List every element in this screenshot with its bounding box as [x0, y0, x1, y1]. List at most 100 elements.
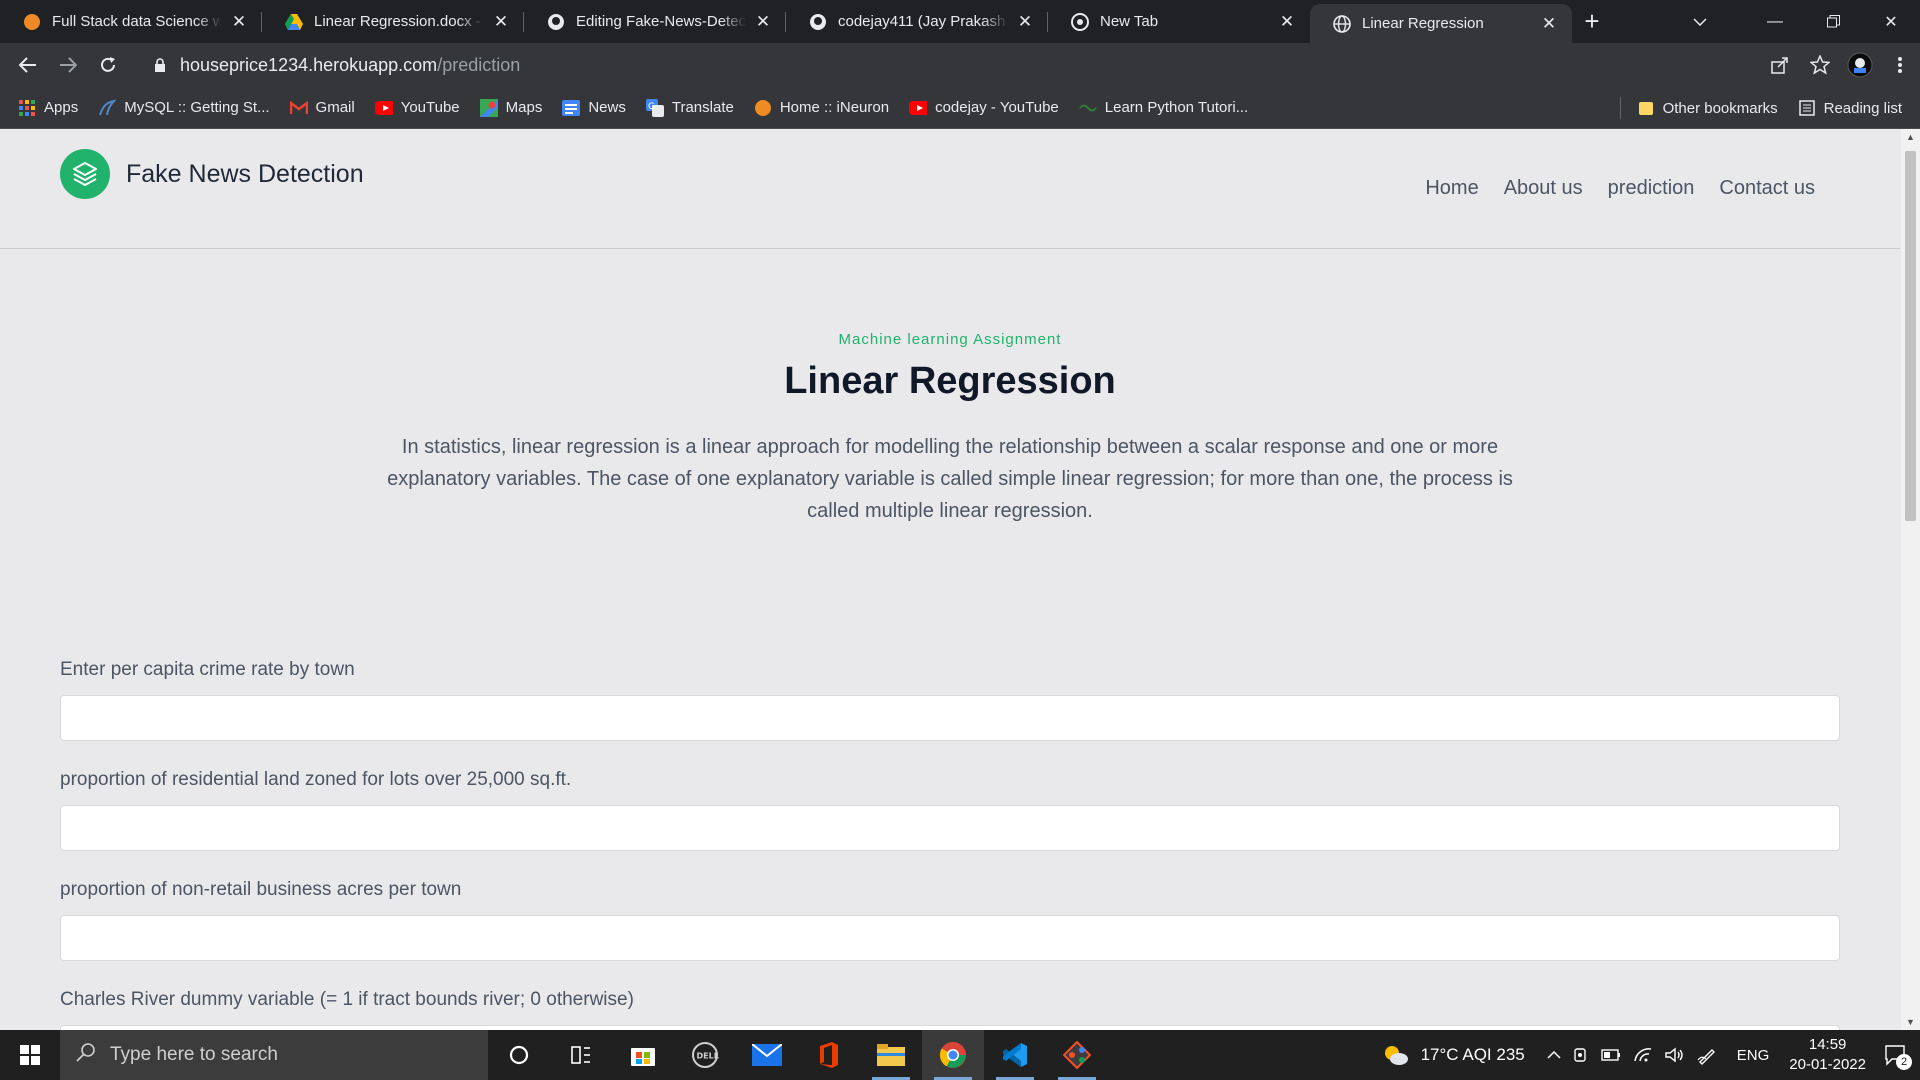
google-drive-favicon-icon	[284, 12, 304, 32]
pen-workspace-icon[interactable]	[1697, 1045, 1717, 1065]
bookmark-star-icon[interactable]	[1800, 45, 1840, 85]
language-indicator[interactable]: ENG	[1737, 1047, 1770, 1064]
chrome-taskbar-icon[interactable]	[922, 1030, 984, 1080]
bookmark-news[interactable]: News	[562, 99, 626, 117]
scrollbar-thumb[interactable]	[1905, 151, 1916, 521]
gmail-icon	[289, 99, 308, 117]
url-text[interactable]: houseprice1234.herokuapp.com/prediction	[180, 55, 520, 76]
crime-rate-input[interactable]	[60, 695, 1840, 741]
back-arrow-icon[interactable]	[8, 45, 48, 85]
meet-now-icon[interactable]	[1573, 1047, 1589, 1063]
bookmark-codejay-youtube[interactable]: codejay - YouTube	[909, 99, 1059, 117]
tab-codejay411[interactable]: codejay411 (Jay Prakash Bir ✕	[786, 0, 1048, 43]
bookmark-label: Apps	[44, 99, 79, 116]
close-tab-icon[interactable]: ✕	[1014, 11, 1036, 33]
browser-menu-icon[interactable]	[1880, 45, 1920, 85]
task-view-icon[interactable]	[550, 1030, 612, 1080]
cortana-icon[interactable]	[488, 1030, 550, 1080]
site-header: Fake News Detection Home About us predic…	[0, 129, 1900, 249]
bookmark-youtube[interactable]: YouTube	[374, 99, 460, 117]
address-bar[interactable]: houseprice1234.herokuapp.com/prediction	[140, 48, 1750, 82]
close-tab-icon[interactable]: ✕	[1538, 13, 1560, 35]
dell-icon[interactable]: DELL	[674, 1030, 736, 1080]
bookmark-label: codejay - YouTube	[935, 99, 1059, 116]
svg-text:DELL: DELL	[697, 1052, 719, 1061]
close-window-icon[interactable]: ✕	[1862, 0, 1920, 43]
microsoft-store-icon[interactable]	[612, 1030, 674, 1080]
tray-chevron-up-icon[interactable]	[1547, 1051, 1561, 1059]
nav-prediction[interactable]: prediction	[1608, 177, 1695, 200]
crime-rate-label: Enter per capita crime rate by town	[60, 659, 355, 680]
office-icon[interactable]	[798, 1030, 860, 1080]
close-tab-icon[interactable]: ✕	[490, 11, 512, 33]
bookmark-gmail[interactable]: Gmail	[289, 99, 355, 117]
bookmark-label: Gmail	[315, 99, 355, 116]
github-favicon-icon	[808, 12, 828, 32]
bookmark-learn-python[interactable]: Learn Python Tutori...	[1079, 99, 1248, 117]
hero-kicker: Machine learning Assignment	[838, 331, 1062, 348]
close-tab-icon[interactable]: ✕	[752, 11, 774, 33]
other-bookmarks-label: Other bookmarks	[1662, 99, 1778, 117]
vscode-icon[interactable]	[984, 1030, 1046, 1080]
close-tab-icon[interactable]: ✕	[228, 11, 250, 33]
bookmark-translate[interactable]: G Translate	[645, 98, 734, 117]
globe-favicon-icon	[1332, 14, 1352, 34]
bookmark-label: Learn Python Tutori...	[1104, 99, 1249, 116]
wifi-icon[interactable]	[1633, 1047, 1653, 1063]
search-icon	[76, 1042, 96, 1068]
restore-icon[interactable]	[1804, 0, 1862, 43]
weather-text[interactable]: 17°C AQI 235	[1421, 1045, 1525, 1065]
nav-home[interactable]: Home	[1425, 177, 1478, 200]
bookmark-ineuron[interactable]: Home :: iNeuron	[754, 99, 889, 117]
mail-icon[interactable]	[736, 1030, 798, 1080]
svg-text:G: G	[648, 102, 655, 112]
git-kraken-icon[interactable]	[1046, 1030, 1108, 1080]
tab-new-tab[interactable]: New Tab ✕	[1048, 0, 1310, 43]
taskbar-clock[interactable]: 14:59 20-01-2022	[1789, 1035, 1866, 1075]
minimize-icon[interactable]: —	[1746, 0, 1804, 43]
forward-arrow-icon[interactable]	[48, 45, 88, 85]
windows-start-icon[interactable]	[0, 1030, 60, 1080]
scroll-up-arrow-icon[interactable]: ▲	[1901, 129, 1920, 145]
bookmark-apps[interactable]: Apps	[18, 99, 78, 117]
non-retail-acres-input[interactable]	[60, 915, 1840, 961]
mysql-icon	[98, 99, 117, 117]
browser-tab-strip: Full Stack data Science with ✕ Linear Re…	[0, 0, 1920, 43]
tab-title: Editing Fake-News-Detectio	[576, 13, 746, 30]
new-tab-button[interactable]: +	[1572, 0, 1612, 43]
bookmark-maps[interactable]: Maps	[479, 98, 542, 117]
share-icon[interactable]	[1760, 45, 1800, 85]
bookmarks-divider	[1619, 97, 1621, 119]
translate-icon: G	[645, 98, 664, 117]
bookmarks-right: Other bookmarks Reading list	[1619, 87, 1902, 129]
reading-list[interactable]: Reading list	[1798, 99, 1902, 117]
volume-icon[interactable]	[1665, 1047, 1685, 1063]
bookmark-label: YouTube	[400, 99, 460, 116]
lock-icon[interactable]	[152, 57, 168, 73]
nav-about-us[interactable]: About us	[1504, 177, 1583, 200]
weather-cloud-sun-icon[interactable]	[1383, 1044, 1409, 1066]
tab-full-stack[interactable]: Full Stack data Science with ✕	[0, 0, 262, 43]
close-tab-icon[interactable]: ✕	[1276, 11, 1298, 33]
residential-land-input[interactable]	[60, 805, 1840, 851]
page-viewport: Fake News Detection Home About us predic…	[0, 129, 1920, 1030]
page-scrollbar[interactable]: ▲ ▼	[1901, 129, 1920, 1030]
profile-avatar-icon[interactable]	[1840, 45, 1880, 85]
other-bookmarks-folder[interactable]: Other bookmarks	[1637, 99, 1778, 117]
tab-editing-fake-news[interactable]: Editing Fake-News-Detectio ✕	[524, 0, 786, 43]
bookmark-mysql[interactable]: MySQL :: Getting St...	[98, 99, 270, 117]
tab-linear-regression-active[interactable]: Linear Regression ✕	[1310, 4, 1572, 43]
clock-date: 20-01-2022	[1789, 1056, 1866, 1073]
site-brand[interactable]: Fake News Detection	[60, 149, 364, 199]
nav-contact-us[interactable]: Contact us	[1719, 177, 1815, 200]
battery-icon[interactable]	[1601, 1049, 1621, 1061]
reload-icon[interactable]	[88, 45, 128, 85]
tab-search-chevron-icon[interactable]	[1680, 0, 1720, 43]
charles-river-label: Charles River dummy variable (= 1 if tra…	[60, 989, 634, 1010]
tab-title: New Tab	[1100, 13, 1159, 30]
scroll-down-arrow-icon[interactable]: ▼	[1901, 1014, 1920, 1030]
notifications-icon[interactable]: 2	[1884, 1044, 1912, 1070]
tab-linear-regression-docx[interactable]: Linear Regression.docx - Go ✕	[262, 0, 524, 43]
file-explorer-icon[interactable]	[860, 1030, 922, 1080]
taskbar-search-box[interactable]: Type here to search	[60, 1030, 488, 1080]
